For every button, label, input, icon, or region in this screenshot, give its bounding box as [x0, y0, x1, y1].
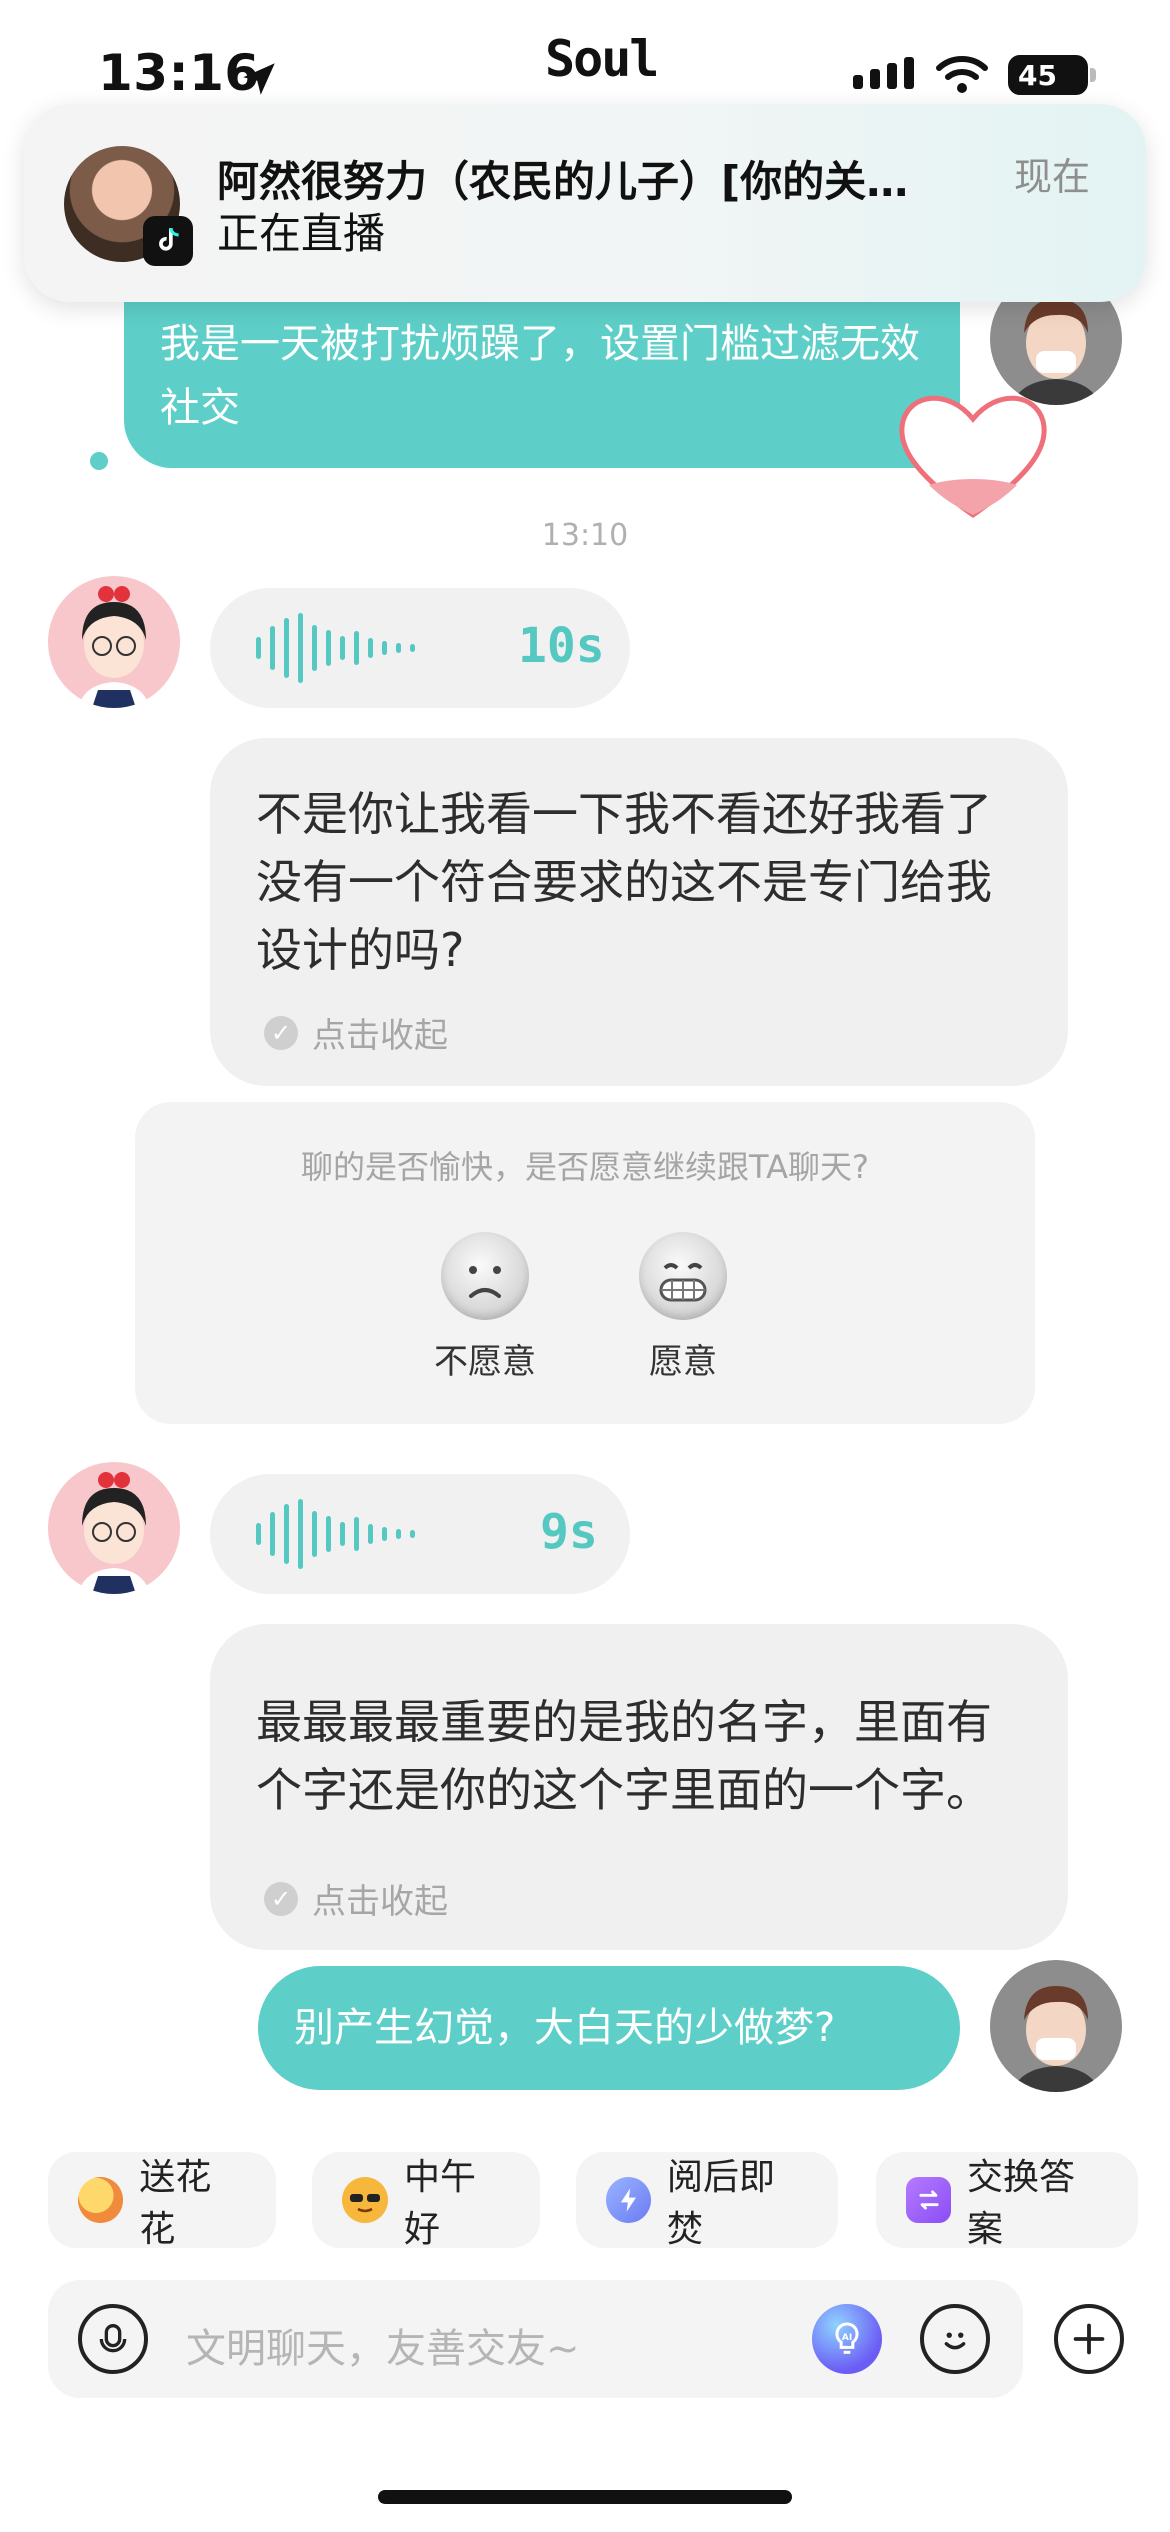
willing-option[interactable]: 愿意: [583, 1232, 783, 1383]
emoji-button[interactable]: [920, 2304, 990, 2374]
notification-time: 现在: [1014, 155, 1091, 199]
plus-icon: [1073, 2323, 1105, 2355]
ai-bulb-icon: AI: [835, 2322, 859, 2354]
quick-reply-good-noon[interactable]: 中午好: [312, 2152, 540, 2250]
voice-transcript-bubble: 最最最最重要的是我的名字，里面有个字还是你的这个字里面的一个字。 ✓ 点击收起: [210, 1624, 1068, 1950]
voice-transcript-text: 最最最最重要的是我的名字，里面有个字还是你的这个字里面的一个字。: [256, 1695, 992, 1817]
collapse-transcript-button[interactable]: ✓ 点击收起: [264, 1008, 448, 1057]
voice-transcript-bubble: 不是你让我看一下我不看还好我看了没有一个符合要求的这不是专门给我设计的吗? ✓ …: [210, 738, 1068, 1086]
voice-waveform-icon: [256, 1474, 415, 1594]
wifi-icon: [936, 56, 988, 93]
feedback-question: 聊的是否愉快，是否愿意继续跟TA聊天?: [301, 1148, 869, 1186]
push-notification-banner[interactable]: 阿然很努力（农民的儿子）[你的关… 正在直播 现在: [24, 104, 1146, 302]
voice-duration: 10s: [518, 618, 605, 674]
quick-reply-send-flowers[interactable]: 送花花: [48, 2152, 276, 2250]
partner-avatar[interactable]: [48, 1462, 180, 1594]
voice-input-button[interactable]: [78, 2304, 148, 2374]
location-arrow-icon: [243, 63, 275, 95]
message-text: 我是一天被打扰烦躁了，设置门槛过滤无效社交: [160, 321, 920, 431]
tiktok-icon: [143, 216, 193, 266]
voice-message-bubble[interactable]: 10s: [210, 588, 630, 708]
microphone-icon: [99, 2324, 127, 2353]
collapse-transcript-button[interactable]: ✓ 点击收起: [264, 1874, 448, 1923]
collapse-label: 点击收起: [312, 1016, 448, 1056]
quick-reply-burn-after-reading[interactable]: 阅后即焚: [576, 2152, 838, 2250]
status-time: 13:16: [98, 44, 260, 102]
more-options-button[interactable]: [1054, 2304, 1124, 2374]
willing-label: 愿意: [649, 1342, 717, 1382]
sad-face-icon: [441, 1232, 529, 1320]
message-input-bar[interactable]: 文明聊天，友善交友~ AI: [48, 2280, 1023, 2398]
lightning-icon: [606, 2177, 652, 2223]
voice-waveform-icon: [256, 588, 415, 708]
my-avatar[interactable]: [990, 1960, 1122, 2092]
battery-level: 45: [1018, 58, 1057, 92]
read-indicator-dot: [90, 452, 108, 470]
message-text: 别产生幻觉，大白天的少做梦?: [294, 2005, 836, 2051]
voice-duration: 9s: [540, 1504, 598, 1560]
collapse-label: 点击收起: [312, 1882, 448, 1922]
chip-label: 中午好: [404, 2157, 477, 2250]
sun-sunglasses-icon: [342, 2177, 388, 2223]
unwilling-option[interactable]: 不愿意: [385, 1232, 585, 1383]
check-icon: ✓: [264, 1881, 298, 1916]
battery-icon: 45: [1008, 55, 1088, 95]
partner-avatar[interactable]: [48, 576, 180, 708]
chip-label: 阅后即焚: [667, 2157, 776, 2250]
outgoing-message-bubble[interactable]: 别产生幻觉，大白天的少做梦?: [258, 1966, 960, 2090]
quick-reply-exchange-answers[interactable]: 交换答案: [876, 2152, 1138, 2250]
heart-icon[interactable]: [893, 385, 1053, 525]
home-indicator[interactable]: [378, 2490, 792, 2504]
ai-assistant-button[interactable]: AI: [812, 2304, 882, 2374]
voice-message-bubble[interactable]: 9s: [210, 1474, 630, 1594]
chip-label: 送花花: [139, 2157, 212, 2250]
chat-timestamp: 13:10: [541, 518, 629, 553]
unwilling-label: 不愿意: [434, 1342, 536, 1382]
chip-label: 交换答案: [967, 2157, 1076, 2250]
flower-icon: [78, 2177, 124, 2223]
check-icon: ✓: [264, 1015, 298, 1050]
cellular-signal-icon: [853, 57, 914, 89]
grin-face-icon: [639, 1232, 727, 1320]
battery-tip: [1090, 68, 1096, 82]
notification-subtitle: 正在直播: [217, 209, 386, 258]
app-name: Soul: [545, 30, 659, 88]
exchange-icon: [906, 2177, 952, 2223]
svg-text:AI: AI: [842, 2332, 853, 2343]
message-input-placeholder[interactable]: 文明聊天，友善交友~: [186, 2316, 580, 2374]
voice-transcript-text: 不是你让我看一下我不看还好我看了没有一个符合要求的这不是专门给我设计的吗?: [256, 787, 992, 977]
chat-feedback-card: 聊的是否愉快，是否愿意继续跟TA聊天? 不愿意 愿意: [135, 1102, 1035, 1424]
smiley-icon: [944, 2332, 966, 2350]
